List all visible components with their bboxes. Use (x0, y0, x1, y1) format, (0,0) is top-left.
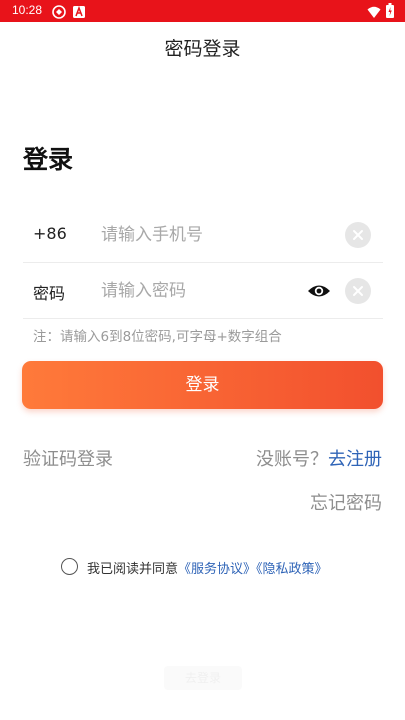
service-agreement-link[interactable]: 《服务协议》 (178, 562, 256, 577)
clear-password-button[interactable] (345, 278, 371, 304)
faded-login-label: 去登录 (164, 666, 242, 690)
clear-phone-button[interactable] (345, 222, 371, 248)
login-button[interactable]: 登录 (22, 361, 383, 409)
phone-input[interactable] (101, 221, 301, 249)
password-label: 密码 (33, 284, 66, 303)
phone-row: +86 (23, 208, 383, 263)
agreement-prefix: 我已阅读并同意 (87, 562, 179, 577)
page-title: 密码登录 (164, 38, 241, 60)
country-code[interactable]: +86 (33, 224, 67, 243)
notification-icon (52, 4, 66, 19)
status-time: 10:28 (12, 3, 43, 17)
password-row: 密码 (23, 264, 383, 319)
battery-icon (386, 3, 394, 18)
password-hint: 注：请输入6到8位密码,可字母+数字组合 (33, 329, 282, 345)
privacy-policy-link[interactable]: 《隐私政策》 (256, 562, 328, 577)
status-bar: 10:28 (0, 0, 405, 22)
divider (23, 318, 383, 319)
agree-radio[interactable] (61, 558, 78, 575)
wifi-icon (367, 4, 381, 18)
register-link[interactable]: 去注册 (328, 449, 382, 470)
login-heading: 登录 (23, 145, 74, 174)
agreement-text: 我已阅读并同意《服务协议》《隐私政策》 (87, 558, 328, 577)
password-input[interactable] (101, 277, 301, 305)
eye-icon[interactable] (307, 280, 331, 302)
app-a-icon (72, 4, 86, 18)
no-account-text: 没账号？ (256, 449, 328, 470)
clear-icon (353, 286, 363, 296)
register-row: 没账号？去注册 (256, 445, 382, 471)
clear-icon (353, 230, 363, 240)
sms-login-link[interactable]: 验证码登录 (23, 445, 113, 471)
forgot-password-link[interactable]: 忘记密码 (310, 489, 382, 515)
divider (23, 262, 383, 263)
